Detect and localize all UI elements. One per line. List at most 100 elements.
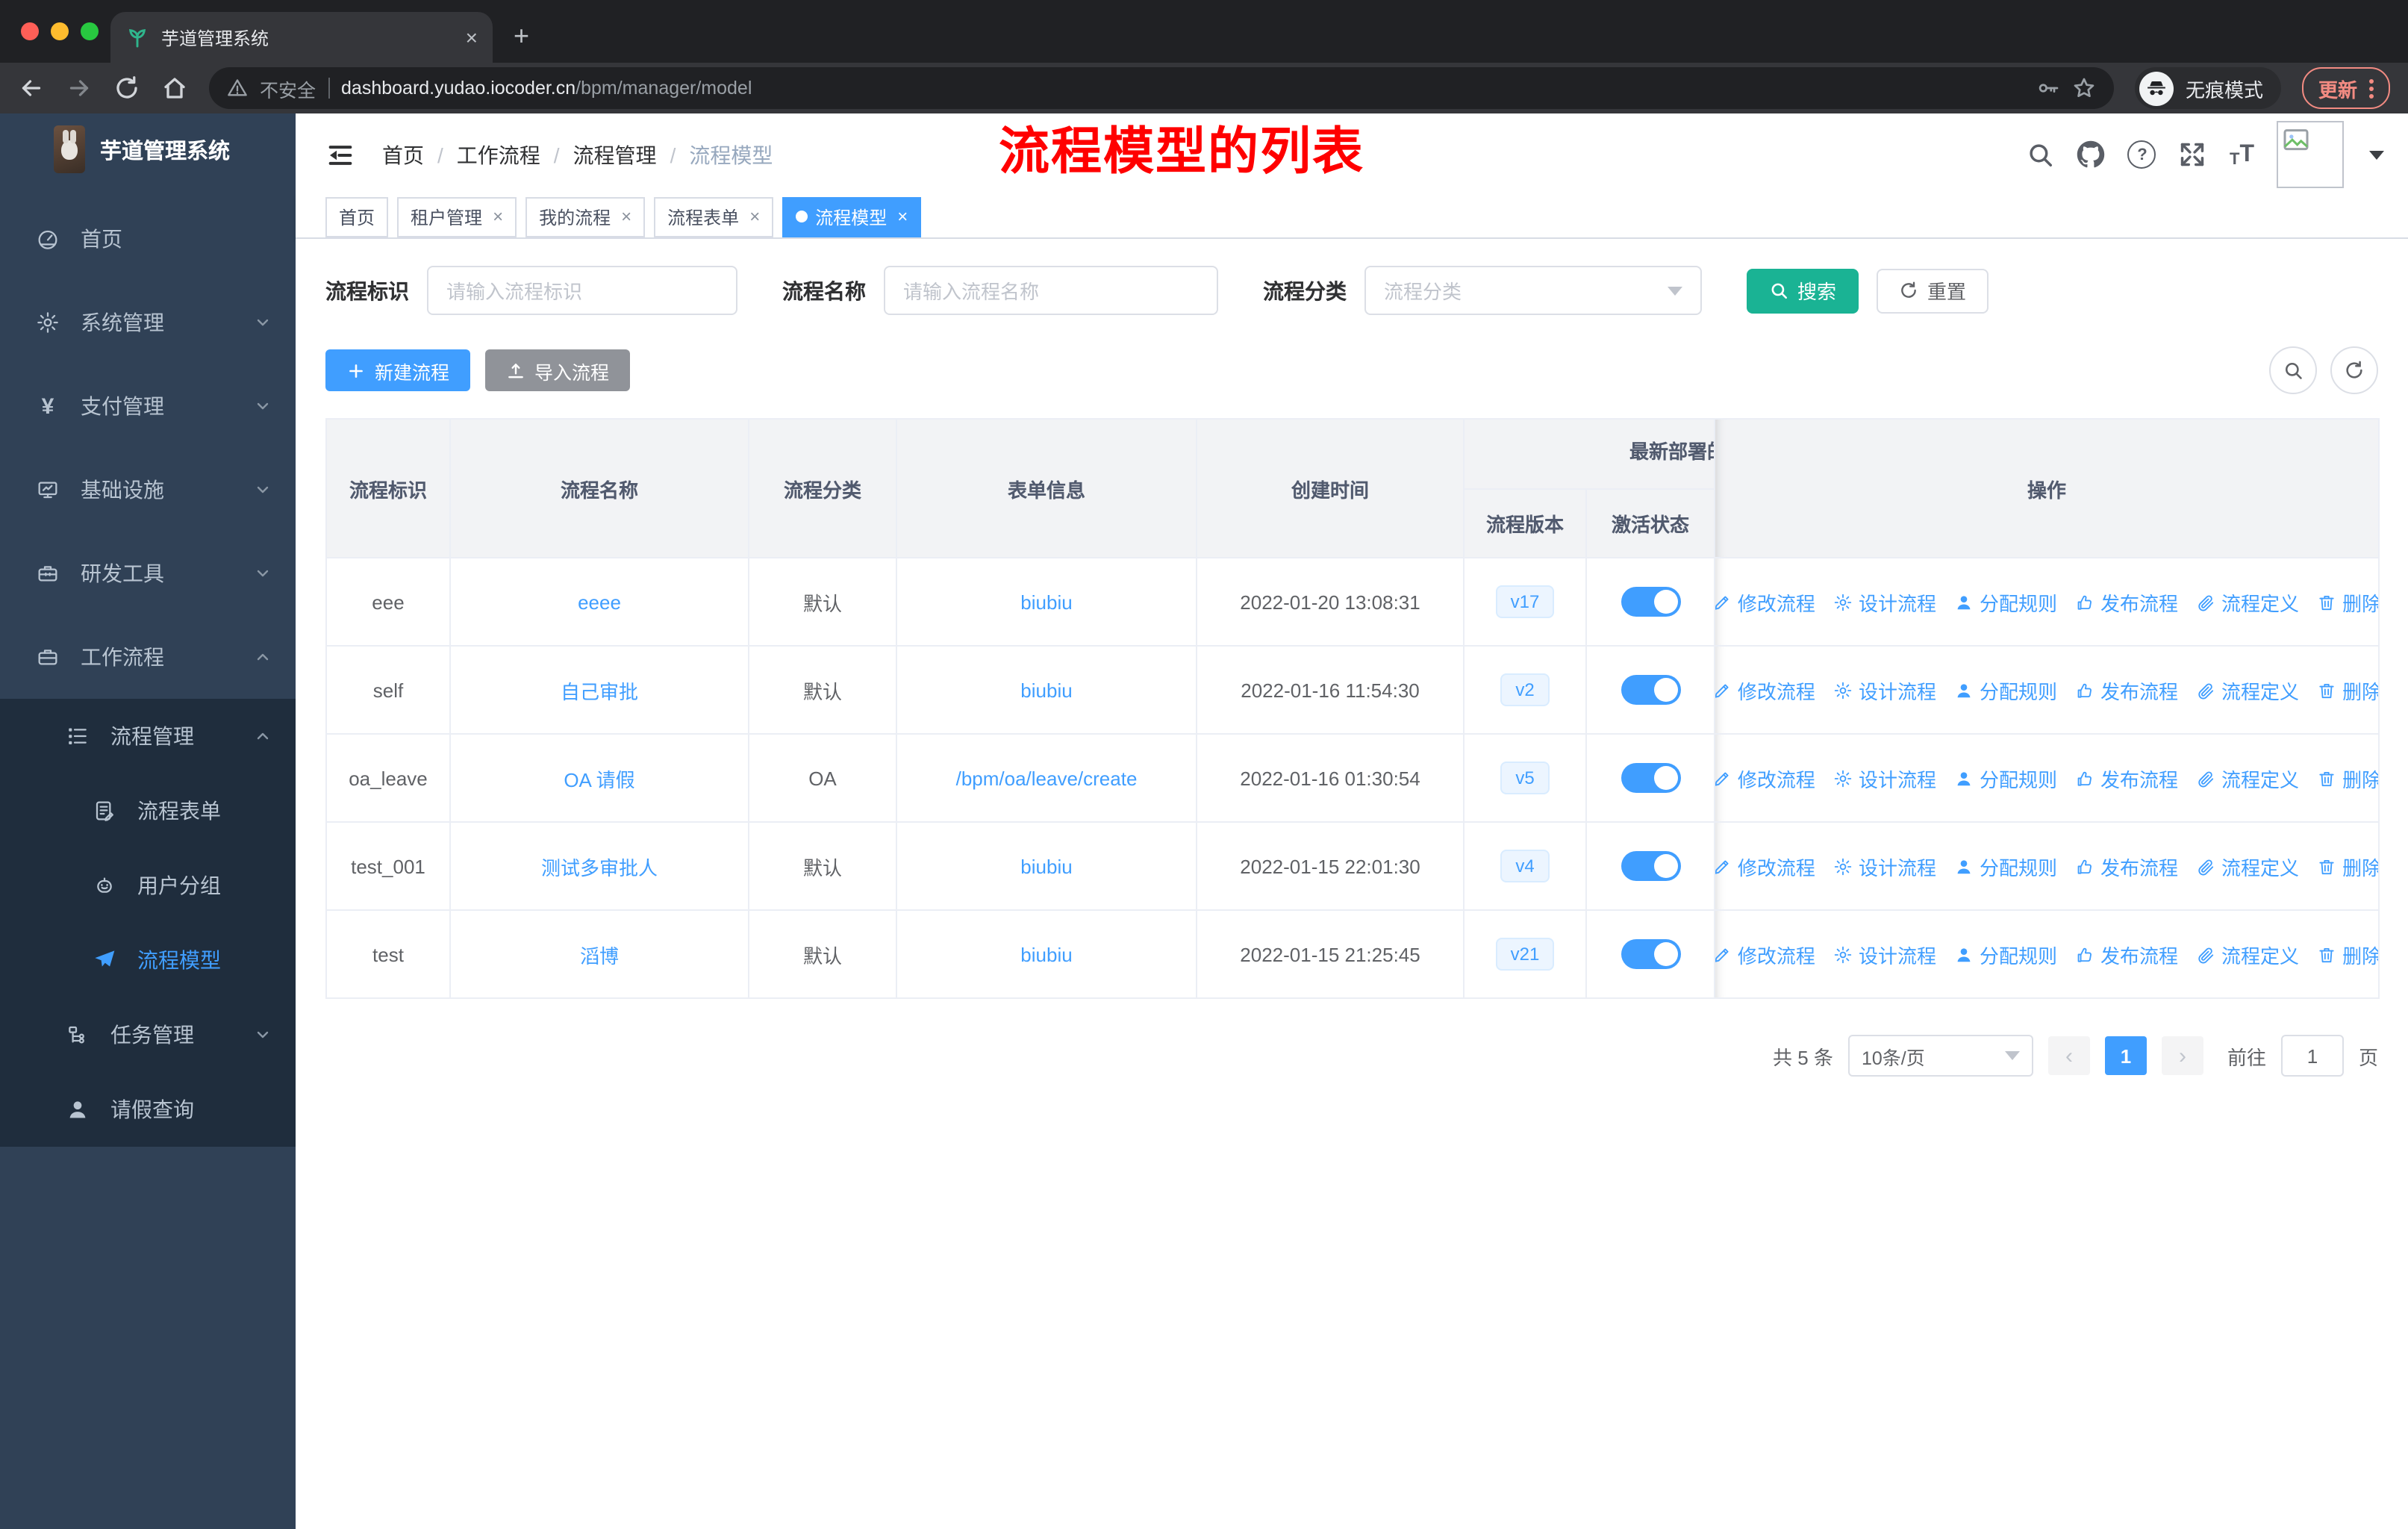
sidebar-item-workflow[interactable]: 工作流程 [0, 615, 296, 699]
form-info-link[interactable]: biubiu [1020, 855, 1072, 877]
tag-close-icon[interactable]: × [897, 206, 908, 227]
collapse-sidebar-icon[interactable] [325, 140, 355, 169]
refresh-table-button[interactable] [2330, 346, 2378, 394]
window-controls[interactable] [21, 22, 99, 40]
minimize-window-button[interactable] [51, 22, 69, 40]
row-action-设计流程[interactable]: 设计流程 [1833, 940, 1936, 968]
avatar-caret-icon[interactable] [2369, 150, 2384, 159]
row-action-分配规则[interactable]: 分配规则 [1954, 764, 2057, 792]
row-action-发布流程[interactable]: 发布流程 [2075, 764, 2178, 792]
process-name-link[interactable]: 自己审批 [561, 680, 638, 703]
page-size-select[interactable]: 10条/页 [1847, 1035, 2033, 1077]
goto-page-input[interactable]: 1 [2280, 1035, 2344, 1077]
row-action-流程定义[interactable]: 流程定义 [2196, 764, 2299, 792]
fullscreen-icon[interactable] [2179, 140, 2207, 169]
active-state-toggle[interactable] [1621, 587, 1680, 617]
process-key-input[interactable]: 请输入流程标识 [427, 266, 737, 315]
row-action-发布流程[interactable]: 发布流程 [2075, 588, 2178, 616]
row-action-修改流程[interactable]: 修改流程 [1716, 764, 1815, 792]
avatar[interactable] [2277, 121, 2344, 188]
search-button[interactable]: 搜索 [1747, 268, 1859, 313]
close-window-button[interactable] [21, 22, 39, 40]
form-info-link[interactable]: biubiu [1020, 591, 1072, 613]
process-name-link[interactable]: OA 请假 [564, 768, 634, 791]
sidebar-item-infrastructure[interactable]: 基础设施 [0, 448, 296, 532]
import-process-button[interactable]: 导入流程 [485, 349, 631, 391]
row-action-修改流程[interactable]: 修改流程 [1716, 940, 1815, 968]
search-icon[interactable] [2027, 140, 2055, 169]
not-secure-label[interactable]: 不安全 [260, 74, 316, 102]
tag-close-icon[interactable]: × [749, 206, 760, 227]
row-action-设计流程[interactable]: 设计流程 [1833, 588, 1936, 616]
sidebar-item-system-mgmt[interactable]: 系统管理 [0, 281, 296, 364]
tag-close-icon[interactable]: × [493, 206, 503, 227]
tab-close-icon[interactable]: × [466, 25, 478, 49]
row-action-设计流程[interactable]: 设计流程 [1833, 676, 1936, 704]
row-action-删除[interactable]: 删除 [2317, 764, 2377, 792]
breadcrumb-item-0[interactable]: 首页 [382, 140, 424, 169]
tag-流程表单[interactable]: 流程表单 × [654, 196, 774, 237]
row-action-分配规则[interactable]: 分配规则 [1954, 588, 2057, 616]
refresh-icon[interactable] [113, 75, 140, 102]
active-state-toggle[interactable] [1621, 763, 1680, 793]
url-bar[interactable]: 不安全 dashboard.yudao.iocoder.cn/bpm/manag… [209, 67, 2114, 109]
row-action-修改流程[interactable]: 修改流程 [1716, 588, 1815, 616]
back-icon[interactable] [18, 75, 45, 102]
prev-page-button[interactable]: ‹ [2047, 1036, 2090, 1075]
version-badge[interactable]: v2 [1500, 673, 1550, 706]
row-action-流程定义[interactable]: 流程定义 [2196, 588, 2299, 616]
row-action-分配规则[interactable]: 分配规则 [1954, 852, 2057, 880]
process-name-link[interactable]: 滔博 [580, 944, 619, 967]
form-info-link[interactable]: /bpm/oa/leave/create [956, 767, 1138, 789]
row-action-删除[interactable]: 删除 [2317, 676, 2377, 704]
browser-update-button[interactable]: 更新 [2301, 67, 2390, 109]
app-logo[interactable]: 芋道管理系统 [0, 113, 296, 185]
forward-icon[interactable] [66, 75, 93, 102]
sidebar-item-pay-mgmt[interactable]: ¥ 支付管理 [0, 364, 296, 448]
reset-button[interactable]: 重置 [1877, 268, 1989, 313]
sidebar-item-process-model[interactable]: 流程模型 [0, 923, 296, 997]
process-category-select[interactable]: 流程分类 [1364, 266, 1702, 315]
tag-close-icon[interactable]: × [621, 206, 631, 227]
row-action-流程定义[interactable]: 流程定义 [2196, 852, 2299, 880]
row-action-流程定义[interactable]: 流程定义 [2196, 940, 2299, 968]
password-key-icon[interactable] [2036, 76, 2060, 100]
home-icon[interactable] [161, 75, 188, 102]
row-action-设计流程[interactable]: 设计流程 [1833, 764, 1936, 792]
process-name-input[interactable]: 请输入流程名称 [884, 266, 1218, 315]
process-name-link[interactable]: eeee [578, 591, 621, 613]
row-action-分配规则[interactable]: 分配规则 [1954, 676, 2057, 704]
row-action-发布流程[interactable]: 发布流程 [2075, 852, 2178, 880]
sidebar-item-process-form[interactable]: 流程表单 [0, 773, 296, 848]
row-action-修改流程[interactable]: 修改流程 [1716, 852, 1815, 880]
font-size-icon[interactable]: TT [2230, 141, 2254, 168]
row-action-发布流程[interactable]: 发布流程 [2075, 940, 2178, 968]
row-action-删除[interactable]: 删除 [2317, 588, 2377, 616]
active-state-toggle[interactable] [1621, 939, 1680, 969]
tag-首页[interactable]: 首页 [325, 196, 389, 237]
sidebar-item-process-mgmt[interactable]: 流程管理 [0, 699, 296, 773]
process-name-link[interactable]: 测试多审批人 [541, 856, 658, 879]
active-state-toggle[interactable] [1621, 675, 1680, 705]
zoom-window-button[interactable] [81, 22, 99, 40]
show-search-toggle-button[interactable] [2269, 346, 2317, 394]
tag-流程模型[interactable]: 流程模型 × [782, 196, 922, 237]
active-state-toggle[interactable] [1621, 851, 1680, 881]
row-action-分配规则[interactable]: 分配规则 [1954, 940, 2057, 968]
bookmark-star-icon[interactable] [2072, 76, 2096, 100]
tag-租户管理[interactable]: 租户管理 × [397, 196, 517, 237]
breadcrumb-item-2[interactable]: 流程管理 [573, 140, 657, 169]
row-action-设计流程[interactable]: 设计流程 [1833, 852, 1936, 880]
version-badge[interactable]: v4 [1500, 850, 1550, 882]
form-info-link[interactable]: biubiu [1020, 679, 1072, 701]
version-badge[interactable]: v5 [1500, 762, 1550, 794]
browser-tab[interactable]: 芋道管理系统 × [110, 12, 493, 63]
update-label[interactable]: 更新 [2318, 74, 2357, 102]
new-tab-button[interactable]: + [514, 21, 529, 52]
github-icon[interactable] [2077, 140, 2106, 169]
row-action-删除[interactable]: 删除 [2317, 852, 2377, 880]
sidebar-item-task-mgmt[interactable]: 任务管理 [0, 997, 296, 1072]
browser-menu-icon[interactable] [2369, 78, 2374, 98]
version-badge[interactable]: v17 [1495, 585, 1555, 618]
page-number-1[interactable]: 1 [2104, 1036, 2147, 1075]
